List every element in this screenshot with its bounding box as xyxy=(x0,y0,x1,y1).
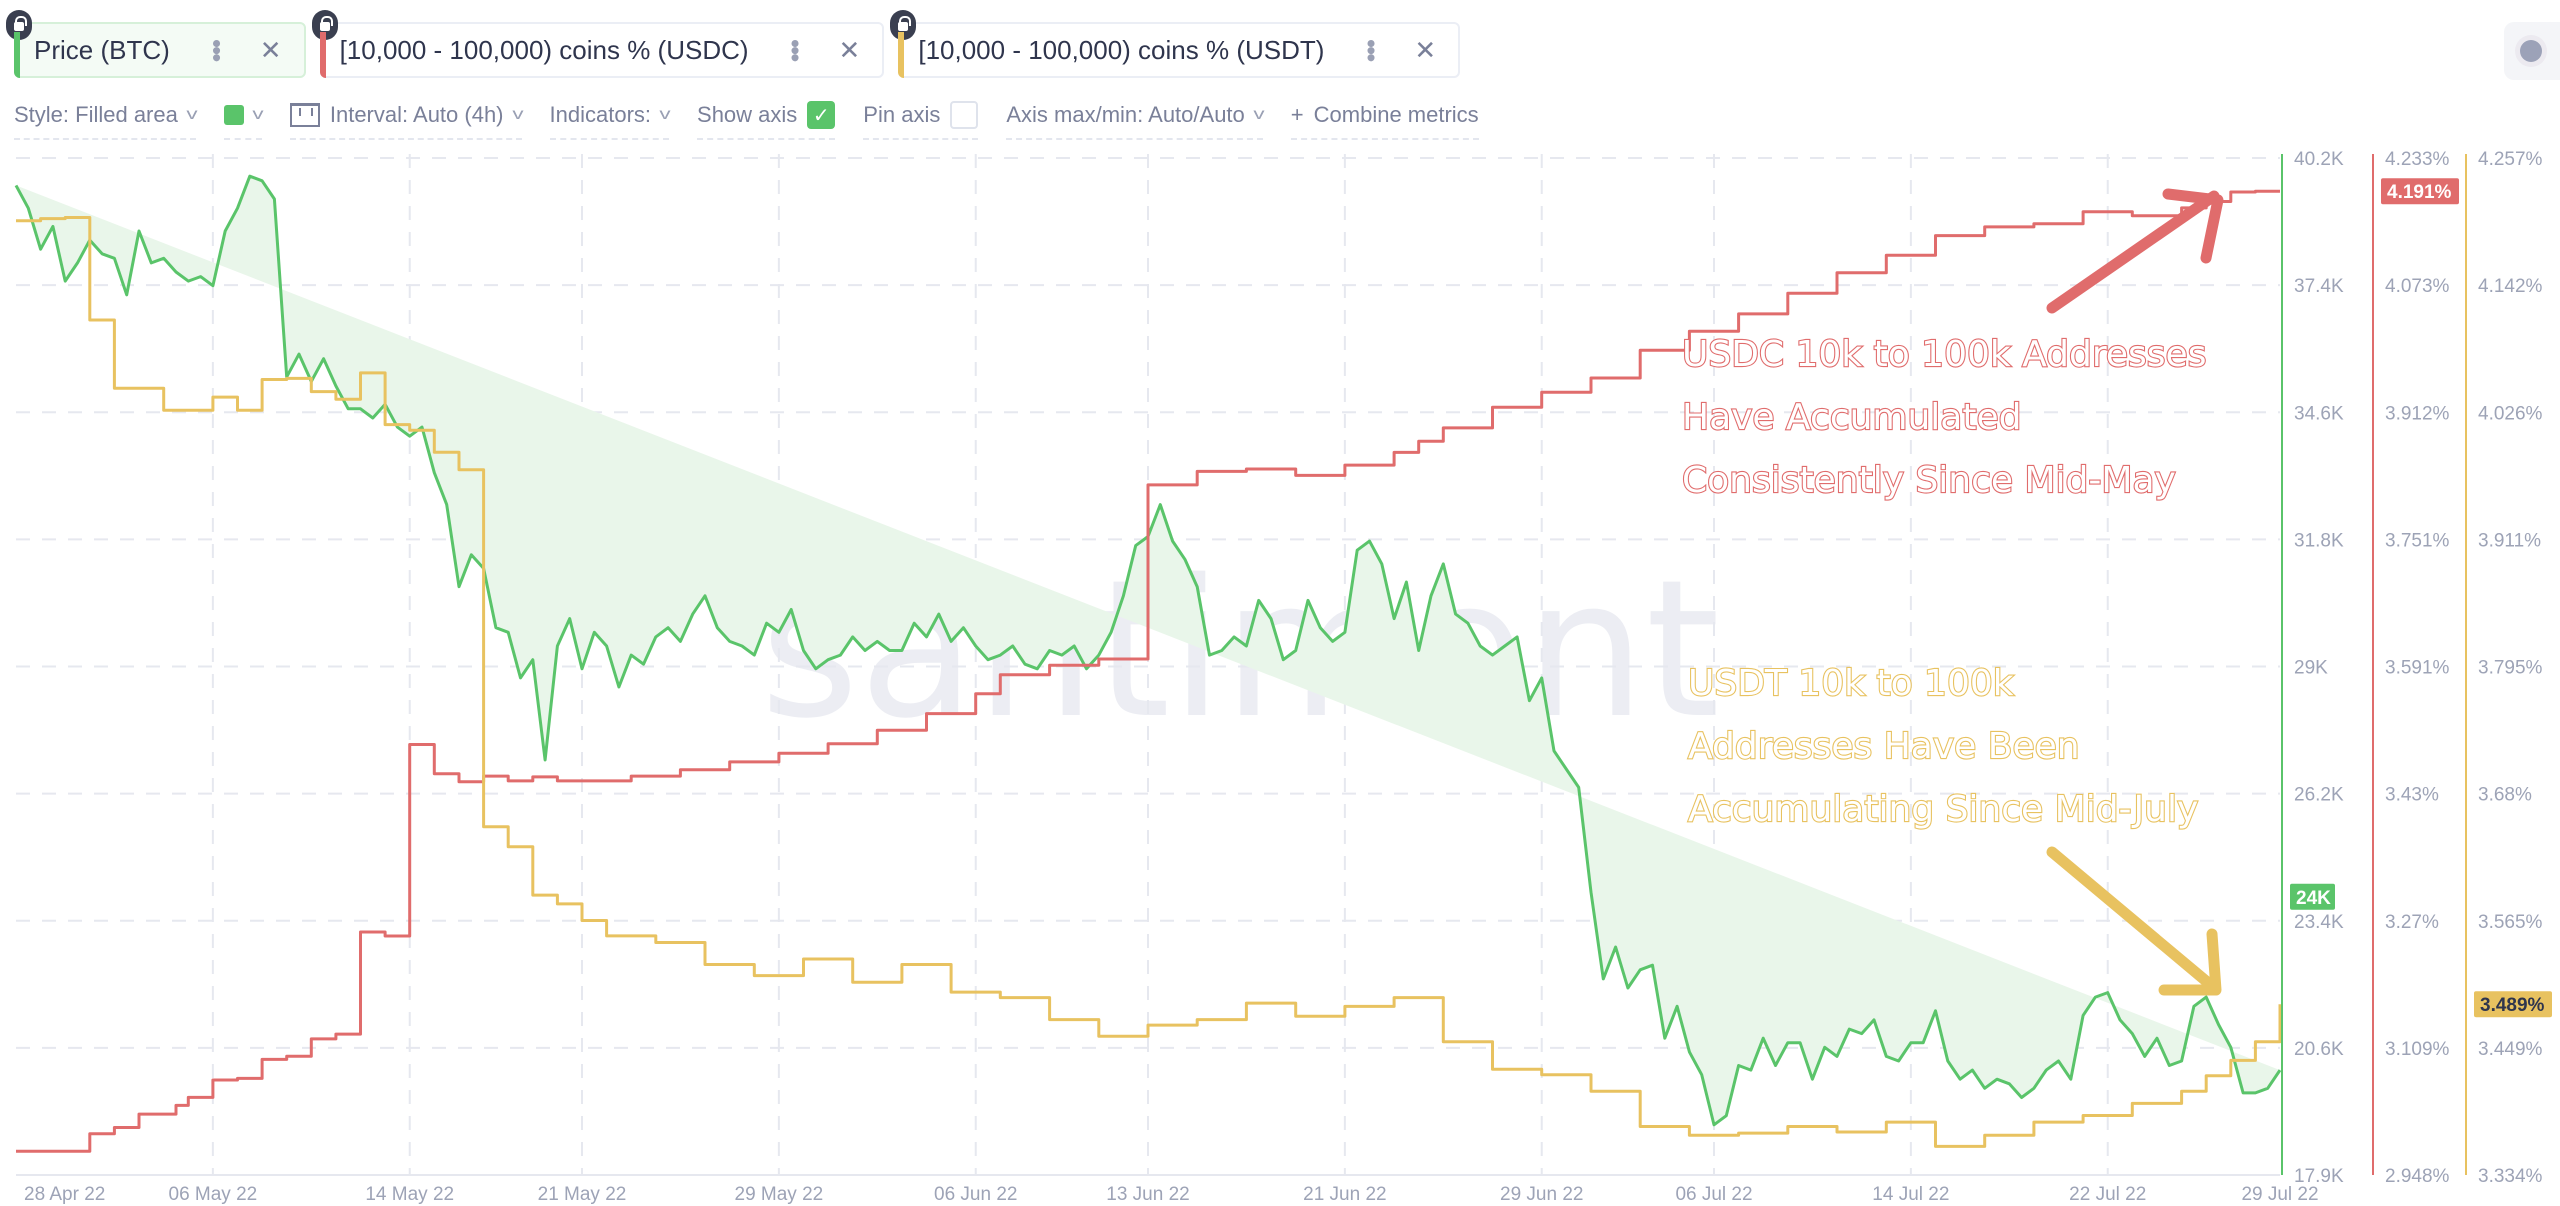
axis-tick-label: 4.257% xyxy=(2478,149,2543,170)
x-tick-label: 13 Jun 22 xyxy=(1106,1184,1189,1205)
x-tick-label: 28 Apr 22 xyxy=(24,1184,105,1205)
axis-tick-label: 3.795% xyxy=(2478,658,2543,679)
x-tick-label: 29 Jul 22 xyxy=(2241,1184,2318,1205)
arrow-down-right-icon xyxy=(2046,846,2218,992)
axis-tick-label: 4.233% xyxy=(2385,149,2450,170)
axis-tick-label: 3.27% xyxy=(2385,912,2439,933)
annotation-text-usdt: Addresses Have Been xyxy=(1688,726,2080,767)
annotation-text-usdt: USDT 10k to 100k xyxy=(1688,663,2014,704)
annotation-text-usdc: Have Accumulated xyxy=(1682,397,2022,438)
chart-canvas[interactable]: santiment USDC 10k to 100k AddressesHave… xyxy=(0,0,2560,1206)
axis-tick-label: 4.026% xyxy=(2478,403,2543,424)
axis-tick-label: 3.449% xyxy=(2478,1039,2543,1060)
current-value-label: 24K xyxy=(2296,888,2331,909)
x-tick-label: 29 Jun 22 xyxy=(1500,1184,1583,1205)
axis-tick-label: 3.751% xyxy=(2385,530,2450,551)
annotation-text-usdc: USDC 10k to 100k Addresses xyxy=(1682,334,2206,375)
annotation-text-usdt: Accumulating Since Mid-July xyxy=(1688,789,2198,830)
axis-tick-label: 40.2K xyxy=(2294,149,2344,170)
axis-tick-label: 3.334% xyxy=(2478,1166,2543,1187)
axis-tick-label: 3.591% xyxy=(2385,658,2450,679)
x-tick-label: 21 Jun 22 xyxy=(1303,1184,1386,1205)
x-tick-label: 22 Jul 22 xyxy=(2069,1184,2146,1205)
axis-tick-label: 3.109% xyxy=(2385,1039,2450,1060)
axis-tick-label: 31.8K xyxy=(2294,530,2344,551)
axis-tick-label: 34.6K xyxy=(2294,403,2344,424)
x-tick-label: 21 May 22 xyxy=(538,1184,627,1205)
axis-tick-label: 26.2K xyxy=(2294,785,2344,806)
current-value-label: 4.191% xyxy=(2387,182,2452,203)
axis-tick-label: 20.6K xyxy=(2294,1039,2344,1060)
axis-tick-label: 37.4K xyxy=(2294,276,2344,297)
x-tick-label: 06 Jun 22 xyxy=(934,1184,1017,1205)
axis-tick-label: 3.912% xyxy=(2385,403,2450,424)
annotation-text-usdc: Consistently Since Mid-May xyxy=(1682,460,2176,501)
x-tick-label: 06 Jul 22 xyxy=(1675,1184,1752,1205)
axis-tick-label: 3.68% xyxy=(2478,785,2532,806)
axis-tick-label: 4.073% xyxy=(2385,276,2450,297)
axis-tick-label: 23.4K xyxy=(2294,912,2344,933)
x-tick-label: 14 May 22 xyxy=(365,1184,454,1205)
x-tick-label: 14 Jul 22 xyxy=(1872,1184,1949,1205)
axis-tick-label: 3.911% xyxy=(2478,530,2541,551)
x-tick-label: 06 May 22 xyxy=(169,1184,258,1205)
axis-tick-label: 4.142% xyxy=(2478,276,2543,297)
axis-tick-label: 3.43% xyxy=(2385,785,2439,806)
axis-tick-label: 3.565% xyxy=(2478,912,2543,933)
axis-tick-label: 2.948% xyxy=(2385,1166,2450,1187)
x-tick-label: 29 May 22 xyxy=(735,1184,824,1205)
axis-tick-label: 29K xyxy=(2294,658,2328,679)
current-value-label: 3.489% xyxy=(2480,995,2545,1016)
